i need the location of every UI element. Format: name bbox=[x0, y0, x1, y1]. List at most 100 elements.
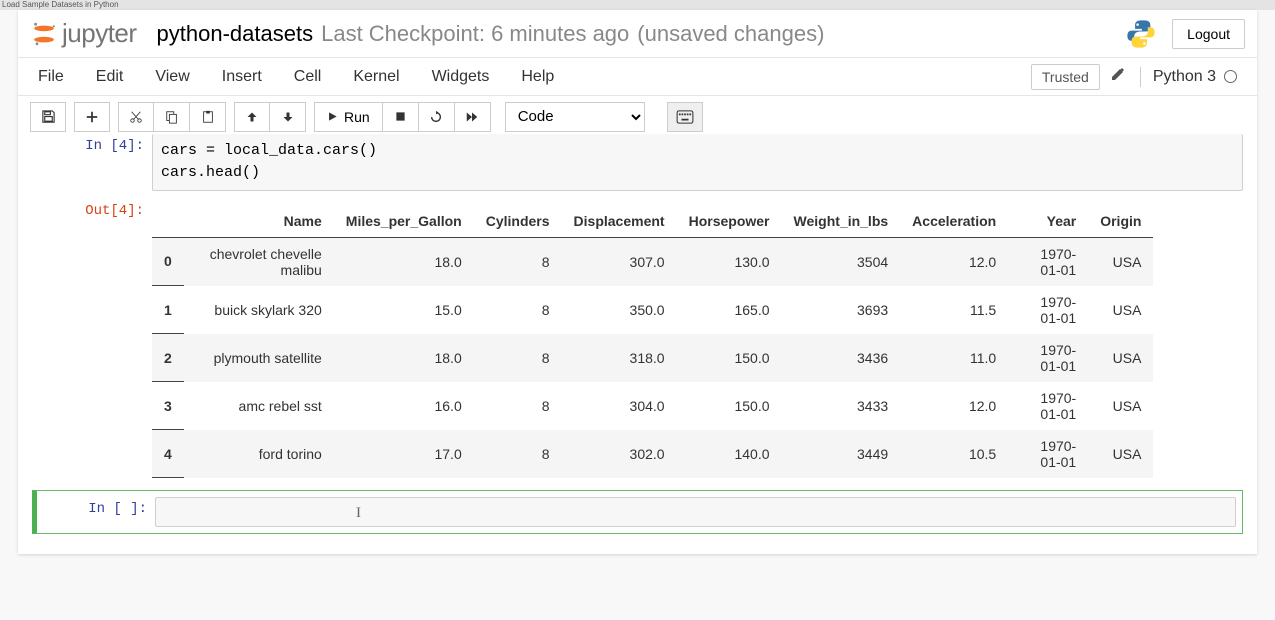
arrow-down-icon bbox=[282, 111, 294, 123]
header: jupyter python-datasets Last Checkpoint:… bbox=[18, 10, 1257, 58]
kernel-name[interactable]: Python 3 bbox=[1153, 68, 1216, 86]
cell-hp: 130.0 bbox=[677, 237, 782, 286]
cell-cyl: 8 bbox=[474, 237, 562, 286]
cell-mpg: 18.0 bbox=[334, 237, 474, 286]
toolbar: Run Code bbox=[18, 96, 1257, 138]
cell-name: chevrolet chevelle malibu bbox=[184, 237, 334, 286]
col-header: Displacement bbox=[562, 205, 677, 238]
row-index: 4 bbox=[152, 430, 184, 478]
cell-type-select[interactable]: Code bbox=[505, 102, 645, 132]
cell-year: 1970-01-01 bbox=[1008, 382, 1088, 430]
cell-cyl: 8 bbox=[474, 334, 562, 382]
col-header: Weight_in_lbs bbox=[782, 205, 901, 238]
add-cell-button[interactable] bbox=[74, 102, 110, 132]
unsaved-indicator: (unsaved changes) bbox=[637, 21, 824, 47]
stop-button[interactable] bbox=[383, 102, 419, 132]
logout-button[interactable]: Logout bbox=[1172, 19, 1245, 49]
menu-help[interactable]: Help bbox=[521, 68, 554, 86]
cell-weight: 3436 bbox=[782, 334, 901, 382]
cell-accel: 12.0 bbox=[900, 382, 1008, 430]
cell-mpg: 18.0 bbox=[334, 334, 474, 382]
copy-button[interactable] bbox=[154, 102, 190, 132]
checkpoint-info: Last Checkpoint: 6 minutes ago bbox=[321, 21, 629, 47]
col-header: Origin bbox=[1088, 205, 1153, 238]
cell-origin: USA bbox=[1088, 237, 1153, 286]
menu-cell[interactable]: Cell bbox=[294, 68, 322, 86]
paste-icon bbox=[201, 110, 215, 124]
cell-hp: 165.0 bbox=[677, 286, 782, 334]
input-prompt-4: In [4]: bbox=[32, 134, 152, 191]
table-row: 1buick skylark 32015.08350.0165.0369311.… bbox=[152, 286, 1153, 334]
menu-insert[interactable]: Insert bbox=[222, 68, 262, 86]
code-cell-4: In [4]: cars = local_data.cars() cars.he… bbox=[32, 134, 1243, 191]
cell-weight: 3504 bbox=[782, 237, 901, 286]
cut-button[interactable] bbox=[118, 102, 154, 132]
code-input-4[interactable]: cars = local_data.cars() cars.head() bbox=[152, 134, 1243, 191]
move-down-button[interactable] bbox=[270, 102, 306, 132]
cell-accel: 12.0 bbox=[900, 237, 1008, 286]
play-icon bbox=[327, 111, 338, 122]
text-cursor-icon: I bbox=[356, 503, 361, 525]
cell-hp: 140.0 bbox=[677, 430, 782, 478]
menu-widgets[interactable]: Widgets bbox=[432, 68, 490, 86]
restart-button[interactable] bbox=[419, 102, 455, 132]
table-header-row: Name Miles_per_Gallon Cylinders Displace… bbox=[152, 205, 1153, 238]
notebook-name[interactable]: python-datasets bbox=[157, 21, 314, 47]
menu-file[interactable]: File bbox=[38, 68, 64, 86]
run-button[interactable]: Run bbox=[314, 102, 383, 132]
cell-year: 1970-01-01 bbox=[1008, 430, 1088, 478]
cell-year: 1970-01-01 bbox=[1008, 286, 1088, 334]
output-cell-4: Out[4]: Name Miles_per_Gallon Cylinders … bbox=[32, 201, 1243, 479]
index-header bbox=[152, 205, 184, 238]
notebook-area: In [4]: cars = local_data.cars() cars.he… bbox=[18, 134, 1257, 554]
cell-cyl: 8 bbox=[474, 382, 562, 430]
move-up-button[interactable] bbox=[234, 102, 270, 132]
cell-origin: USA bbox=[1088, 382, 1153, 430]
cell-mpg: 17.0 bbox=[334, 430, 474, 478]
cell-disp: 304.0 bbox=[562, 382, 677, 430]
stop-icon bbox=[395, 111, 406, 122]
fast-forward-icon bbox=[465, 111, 479, 123]
arrow-up-icon bbox=[246, 111, 258, 123]
cell-weight: 3693 bbox=[782, 286, 901, 334]
restart-run-all-button[interactable] bbox=[455, 102, 491, 132]
cell-cyl: 8 bbox=[474, 430, 562, 478]
code-input-empty[interactable]: I bbox=[155, 497, 1236, 527]
cell-hp: 150.0 bbox=[677, 382, 782, 430]
save-button[interactable] bbox=[30, 102, 66, 132]
command-palette-button[interactable] bbox=[667, 102, 703, 132]
cell-cyl: 8 bbox=[474, 286, 562, 334]
dataframe-table: Name Miles_per_Gallon Cylinders Displace… bbox=[152, 205, 1153, 479]
row-index: 1 bbox=[152, 286, 184, 334]
trusted-indicator[interactable]: Trusted bbox=[1031, 64, 1100, 90]
jupyter-icon bbox=[30, 20, 58, 48]
cell-disp: 350.0 bbox=[562, 286, 677, 334]
paste-button[interactable] bbox=[190, 102, 226, 132]
menu-view[interactable]: View bbox=[155, 68, 189, 86]
cell-year: 1970-01-01 bbox=[1008, 237, 1088, 286]
kernel-status-idle-icon bbox=[1224, 70, 1237, 83]
col-header: Cylinders bbox=[474, 205, 562, 238]
menu-edit[interactable]: Edit bbox=[96, 68, 124, 86]
python-icon bbox=[1124, 17, 1158, 51]
menu-kernel[interactable]: Kernel bbox=[353, 68, 399, 86]
run-label: Run bbox=[344, 109, 370, 125]
table-row: 3amc rebel sst16.08304.0150.0343312.0197… bbox=[152, 382, 1153, 430]
notebook-container: jupyter python-datasets Last Checkpoint:… bbox=[18, 10, 1257, 554]
cell-accel: 11.0 bbox=[900, 334, 1008, 382]
jupyter-logo[interactable]: jupyter bbox=[30, 18, 137, 49]
restart-icon bbox=[429, 110, 443, 124]
cell-origin: USA bbox=[1088, 334, 1153, 382]
copy-icon bbox=[165, 110, 179, 124]
cell-name: buick skylark 320 bbox=[184, 286, 334, 334]
code-line: cars = local_data.cars() bbox=[161, 140, 1234, 162]
cell-accel: 11.5 bbox=[900, 286, 1008, 334]
pencil-icon[interactable] bbox=[1110, 66, 1126, 87]
cell-origin: USA bbox=[1088, 286, 1153, 334]
row-index: 3 bbox=[152, 382, 184, 430]
cell-mpg: 15.0 bbox=[334, 286, 474, 334]
col-header: Name bbox=[184, 205, 334, 238]
active-code-cell[interactable]: In [ ]: I bbox=[32, 490, 1243, 534]
cell-weight: 3449 bbox=[782, 430, 901, 478]
browser-tab: Load Sample Datasets in Python bbox=[0, 0, 1275, 10]
